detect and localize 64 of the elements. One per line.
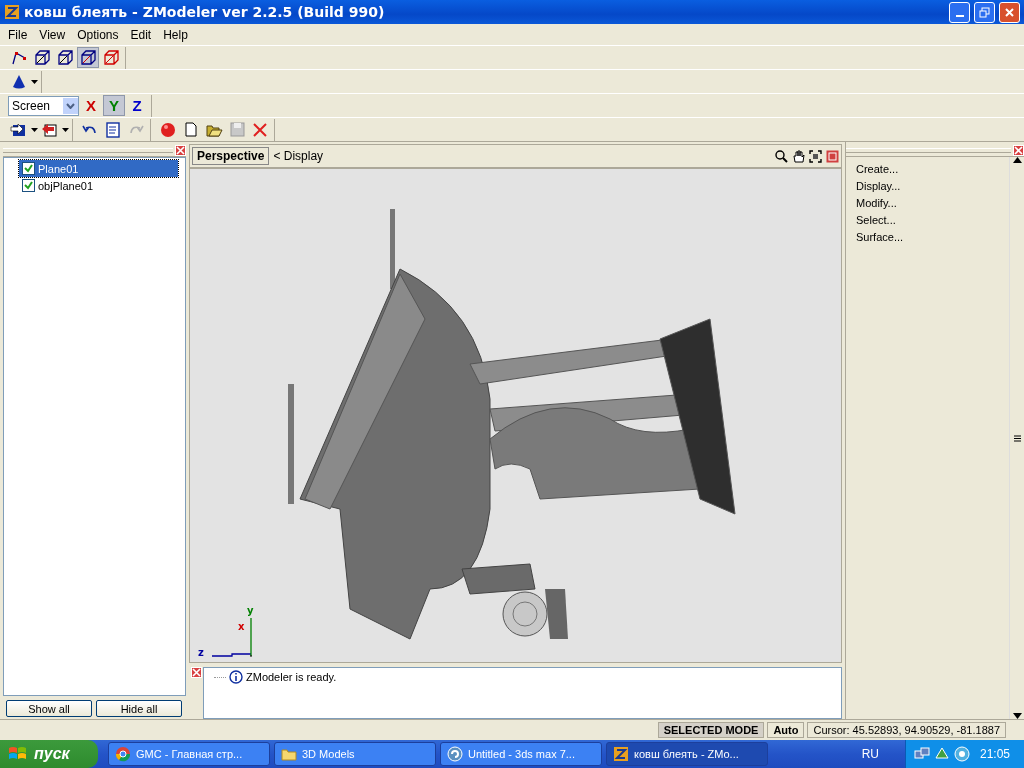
panel-button[interactable]: Hide all (96, 700, 182, 717)
restore-button[interactable] (974, 1, 995, 23)
menu-item[interactable]: Edit (124, 25, 158, 44)
command-link[interactable]: Display... (856, 179, 999, 194)
command-link[interactable]: Create... (856, 162, 999, 177)
coordinate-dropdown[interactable]: Screen (8, 95, 79, 116)
caret-icon[interactable] (31, 79, 38, 84)
browser-icon (115, 746, 131, 762)
taskbar-button[interactable]: Untitled - 3ds max 7... (440, 742, 602, 766)
axis-button[interactable]: X (80, 95, 102, 116)
network-icon[interactable] (914, 746, 930, 762)
viewport-tab[interactable]: Perspective (192, 147, 270, 165)
menu-item[interactable]: Help (157, 25, 194, 44)
scroll-grip-icon[interactable] (1013, 434, 1021, 442)
window-title: ковш блеять - ZModeler ver 2.2.5 (Build 990) (24, 4, 386, 20)
restore-icon (979, 6, 990, 18)
tree-item[interactable]: Plane01 (19, 160, 178, 177)
taskbar-button[interactable]: ковш блеять - ZMo... (606, 742, 768, 766)
start-button[interactable]: пуск (0, 740, 98, 768)
axis-button[interactable]: Z (126, 95, 148, 116)
info-icon (229, 670, 243, 685)
command-link[interactable]: Surface... (856, 230, 999, 245)
command-link[interactable]: Select... (856, 213, 999, 228)
language-indicator[interactable]: RU (835, 747, 905, 761)
search-icon[interactable] (775, 149, 788, 163)
breadcrumb-link[interactable]: < Display (273, 149, 771, 163)
tray-app-icon[interactable] (954, 746, 970, 762)
object-mode-button[interactable] (77, 47, 99, 68)
caret-icon[interactable] (31, 127, 38, 132)
clock: 21:05 (980, 747, 1011, 761)
mode-indicator: SELECTED MODE (657, 722, 765, 738)
app-icon (613, 746, 629, 762)
menu-item[interactable]: Options (71, 25, 125, 44)
tree-item[interactable]: objPlane01 (19, 177, 178, 194)
app-icon (447, 746, 463, 762)
checkbox[interactable] (22, 179, 35, 192)
axis-label: z (198, 647, 204, 658)
close-icon[interactable] (175, 144, 186, 156)
command-link[interactable]: Modify... (856, 196, 999, 211)
zoom-extents-icon[interactable] (809, 149, 822, 163)
maximize-icon[interactable] (826, 149, 839, 163)
close-button[interactable] (999, 1, 1020, 23)
close-icon[interactable] (190, 667, 202, 679)
checkbox[interactable] (22, 162, 35, 175)
close-icon (1004, 6, 1015, 18)
log-message: ZModeler is ready. (246, 671, 337, 684)
folder-icon (281, 746, 297, 762)
axis-label: x (238, 621, 245, 632)
scroll-down-icon[interactable] (1012, 713, 1022, 719)
app-logo-icon (4, 4, 20, 20)
taskbar-button[interactable]: 3D Models (274, 742, 436, 766)
taskbar-button[interactable]: GMC - Главная стр... (108, 742, 270, 766)
menu-item[interactable]: File (2, 25, 34, 44)
panel-button[interactable]: Show all (6, 700, 92, 717)
scrollbar[interactable] (1009, 157, 1024, 719)
menu-item[interactable]: View (33, 25, 72, 44)
close-icon[interactable] (1013, 144, 1024, 156)
axis-label: y (247, 605, 254, 616)
cursor-coordinates: Cursor: 45.52893, 94.90529, -81.1887 (807, 722, 1006, 738)
tray-app-icon[interactable] (934, 746, 950, 762)
caret-icon[interactable] (62, 127, 69, 132)
auto-indicator: Auto (767, 722, 805, 738)
minimize-button[interactable] (949, 1, 970, 23)
minimize-icon (955, 15, 964, 17)
